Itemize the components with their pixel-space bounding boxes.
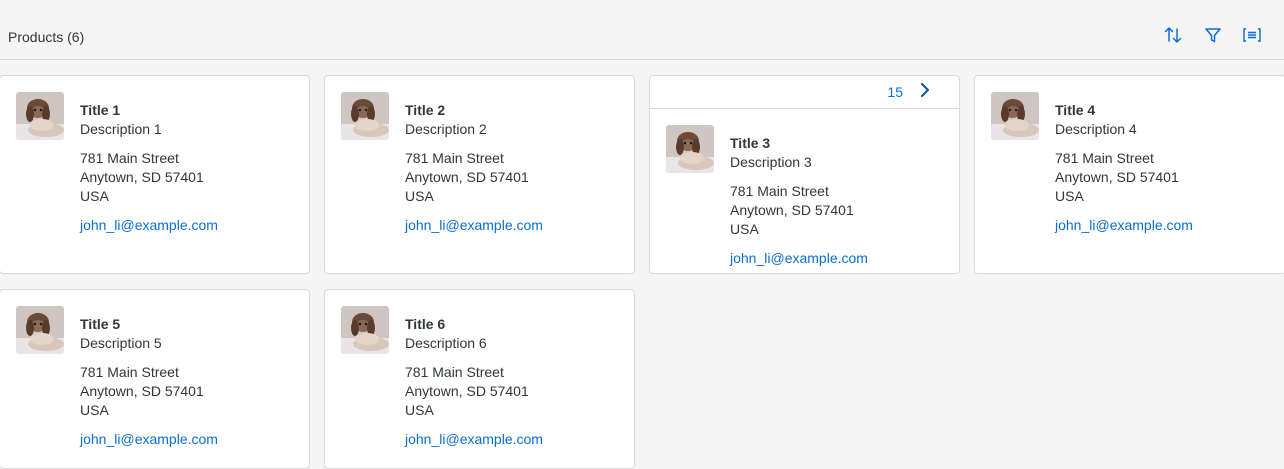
card-description: Description 2 bbox=[405, 121, 487, 137]
card-description: Description 5 bbox=[80, 335, 162, 351]
card-country: USA bbox=[405, 402, 434, 418]
chevron-right-icon bbox=[919, 82, 931, 103]
product-card[interactable]: Title 4 Description 4 781 Main Street An… bbox=[974, 75, 1284, 274]
toolbar: Products (6) bbox=[0, 0, 1284, 60]
card-city: Anytown, SD 57401 bbox=[80, 383, 204, 399]
card-country: USA bbox=[405, 188, 434, 204]
card-street: 781 Main Street bbox=[1055, 150, 1154, 166]
card-city: Anytown, SD 57401 bbox=[80, 169, 204, 185]
card-title: Title 5 bbox=[80, 316, 121, 332]
filter-icon bbox=[1204, 26, 1222, 49]
card-country: USA bbox=[730, 221, 759, 237]
card-email-link[interactable]: john_li@example.com bbox=[730, 249, 943, 268]
card-email-link[interactable]: john_li@example.com bbox=[80, 216, 293, 235]
card-street: 781 Main Street bbox=[80, 364, 179, 380]
card-title: Title 3 bbox=[730, 135, 771, 151]
card-description: Description 3 bbox=[730, 154, 812, 170]
product-card[interactable]: Title 1 Description 1 781 Main Street An… bbox=[0, 75, 310, 274]
card-title: Title 4 bbox=[1055, 102, 1096, 118]
group-button[interactable] bbox=[1241, 26, 1263, 48]
card-header: 15 bbox=[650, 76, 959, 109]
filter-button[interactable] bbox=[1202, 26, 1224, 48]
product-card[interactable]: Title 5 Description 5 781 Main Street An… bbox=[0, 289, 310, 469]
card-email-link[interactable]: john_li@example.com bbox=[1055, 216, 1269, 235]
products-title: Products (6) bbox=[8, 29, 85, 45]
card-email-link[interactable]: john_li@example.com bbox=[405, 430, 618, 449]
card-title: Title 6 bbox=[405, 316, 446, 332]
card-street: 781 Main Street bbox=[405, 364, 504, 380]
product-image bbox=[341, 92, 389, 140]
card-description: Description 4 bbox=[1055, 121, 1137, 137]
card-title: Title 2 bbox=[405, 102, 446, 118]
product-image bbox=[16, 92, 64, 140]
product-card[interactable]: 15 Title 3 Description 3 781 Main Street… bbox=[649, 75, 960, 274]
group-icon bbox=[1242, 26, 1262, 49]
card-street: 781 Main Street bbox=[405, 150, 504, 166]
card-description: Description 1 bbox=[80, 121, 162, 137]
card-street: 781 Main Street bbox=[730, 183, 829, 199]
card-country: USA bbox=[80, 402, 109, 418]
card-city: Anytown, SD 57401 bbox=[405, 169, 529, 185]
sort-button[interactable] bbox=[1162, 26, 1184, 48]
card-country: USA bbox=[1055, 188, 1084, 204]
card-city: Anytown, SD 57401 bbox=[1055, 169, 1179, 185]
card-description: Description 6 bbox=[405, 335, 487, 351]
card-email-link[interactable]: john_li@example.com bbox=[405, 216, 618, 235]
sort-icon bbox=[1163, 25, 1183, 50]
card-title: Title 1 bbox=[80, 102, 121, 118]
product-image bbox=[666, 125, 714, 173]
header-count: 15 bbox=[887, 84, 903, 100]
card-country: USA bbox=[80, 188, 109, 204]
card-city: Anytown, SD 57401 bbox=[405, 383, 529, 399]
card-street: 781 Main Street bbox=[80, 150, 179, 166]
product-card[interactable]: Title 6 Description 6 781 Main Street An… bbox=[324, 289, 635, 469]
product-image bbox=[341, 306, 389, 354]
product-card[interactable]: Title 2 Description 2 781 Main Street An… bbox=[324, 75, 635, 274]
card-email-link[interactable]: john_li@example.com bbox=[80, 430, 293, 449]
card-city: Anytown, SD 57401 bbox=[730, 202, 854, 218]
product-image bbox=[16, 306, 64, 354]
product-image bbox=[991, 92, 1039, 140]
header-navigate-button[interactable] bbox=[915, 82, 935, 102]
